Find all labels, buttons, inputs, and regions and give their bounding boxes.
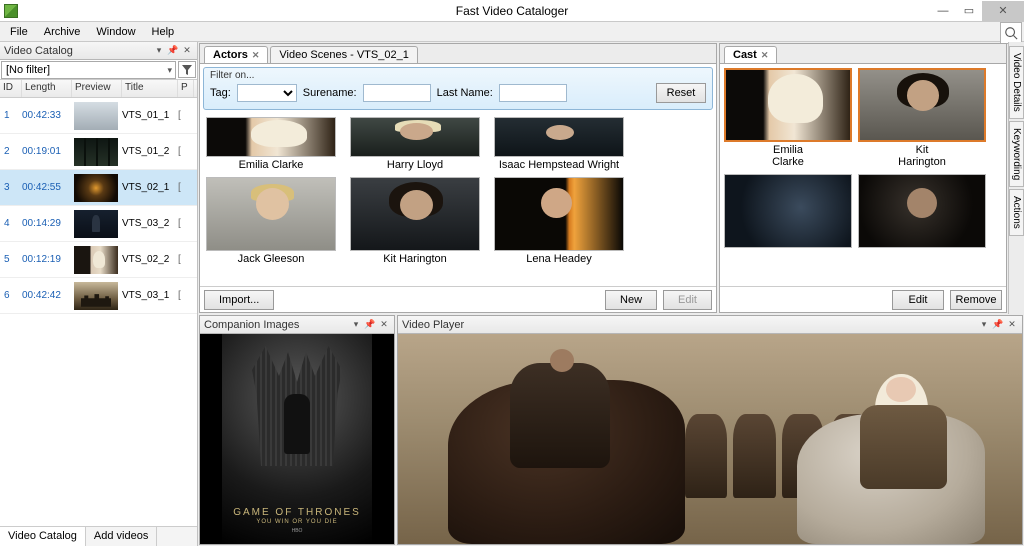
companion-panel: Companion Images ▾ 📌 ✕ GAME OF THRONES Y… [199,315,395,545]
cast-item[interactable]: KitHarington [858,68,986,168]
actor-item[interactable]: Kit Harington [350,177,480,265]
actor-item[interactable]: Harry Lloyd [350,117,480,171]
table-row[interactable]: 400:14:29VTS_03_2[ [0,206,197,242]
actors-filter-box: Filter on... Tag: Surename: Last Name: R… [203,67,713,110]
video-player-body[interactable] [398,334,1022,544]
companion-header: Companion Images ▾ 📌 ✕ [200,316,394,334]
table-row[interactable]: 300:42:55VTS_02_1[ [0,170,197,206]
actor-item[interactable]: Lena Headey [494,177,624,265]
tab-video-scenes[interactable]: Video Scenes - VTS_02_1 [270,46,417,63]
col-preview[interactable]: Preview [72,80,122,97]
dropdown-icon[interactable]: ▾ [153,45,165,57]
maximize-button[interactable]: ▭ [956,1,982,21]
window-buttons: — ▭ ✕ [930,1,1024,21]
surname-label: Surename: [303,87,357,99]
catalog-table: ID Length Preview Title P 100:42:33VTS_0… [0,80,197,526]
tab-add-videos[interactable]: Add videos [86,527,157,546]
video-player-panel: Video Player ▾ 📌 ✕ [397,315,1023,545]
cast-panel: Cast✕ EmiliaClarkeKitHarington Edit Remo… [719,43,1007,313]
catalog-table-head: ID Length Preview Title P [0,80,197,98]
video-catalog-panel: Video Catalog ▾ 📌 ✕ [No filter] ID Lengt… [0,42,198,546]
edit-cast-button[interactable]: Edit [892,290,944,310]
actors-panel: Actors✕ Video Scenes - VTS_02_1 Filter o… [199,43,717,313]
actor-item[interactable]: Isaac Hempstead Wright [494,117,624,171]
menu-bar: File Archive Window Help [0,22,1024,42]
vtab-video-details[interactable]: Video Details [1009,46,1024,119]
vtab-actions[interactable]: Actions [1009,189,1024,236]
video-player-header: Video Player ▾ 📌 ✕ [398,316,1022,334]
new-button[interactable]: New [605,290,657,310]
filter-icon[interactable] [178,61,196,78]
lastname-label: Last Name: [437,87,493,99]
companion-body[interactable]: GAME OF THRONES YOU WIN OR YOU DIE HBO [200,334,394,544]
vertical-tabs: Video Details Keywording Actions [1008,42,1024,314]
tab-video-catalog[interactable]: Video Catalog [0,527,86,546]
table-row[interactable]: 200:19:01VTS_01_2[ [0,134,197,170]
menu-file[interactable]: File [2,24,36,40]
companion-title: Companion Images [204,319,299,331]
close-icon[interactable]: ✕ [252,50,260,61]
actor-item[interactable]: Jack Gleeson [206,177,336,265]
col-title[interactable]: Title [122,80,178,97]
search-button[interactable] [1000,22,1022,44]
dropdown-icon[interactable]: ▾ [978,319,990,331]
close-panel-icon[interactable]: ✕ [1006,319,1018,331]
cast-item[interactable]: EmiliaClarke [724,68,852,168]
video-player-title: Video Player [402,319,464,331]
actors-buttons: Import... New Edit [200,286,716,312]
menu-help[interactable]: Help [144,24,183,40]
poster-image: GAME OF THRONES YOU WIN OR YOU DIE HBO [222,334,372,544]
actors-grid[interactable]: Emilia Clarke Harry Lloyd Isaac Hempstead … [200,113,716,286]
menu-archive[interactable]: Archive [36,24,89,40]
filter-label: Filter on... [210,70,706,81]
video-catalog-header: Video Catalog ▾ 📌 ✕ [0,42,197,60]
vtab-keywording[interactable]: Keywording [1009,121,1024,187]
title-bar: Fast Video Cataloger — ▭ ✕ [0,0,1024,22]
menu-window[interactable]: Window [88,24,143,40]
close-panel-icon[interactable]: ✕ [181,45,193,57]
actor-item[interactable]: Emilia Clarke [206,117,336,171]
tag-select[interactable] [237,84,297,102]
app-icon [4,4,18,18]
cast-item[interactable] [724,174,852,262]
catalog-bottom-tabs: Video Catalog Add videos [0,526,197,546]
lastname-input[interactable] [499,84,567,102]
catalog-filter-text: [No filter] [6,64,50,76]
close-panel-icon[interactable]: ✕ [378,319,390,331]
dropdown-icon[interactable]: ▾ [350,319,362,331]
catalog-filter-combo[interactable]: [No filter] [1,61,176,79]
surname-input[interactable] [363,84,431,102]
reset-button[interactable]: Reset [656,83,706,103]
cast-buttons: Edit Remove [720,286,1006,312]
app-title: Fast Video Cataloger [456,4,569,18]
remove-cast-button[interactable]: Remove [950,290,1002,310]
tab-actors[interactable]: Actors✕ [204,46,268,63]
cast-tab-strip: Cast✕ [720,44,1006,64]
pin-icon[interactable]: 📌 [167,45,179,57]
pin-icon[interactable]: 📌 [992,319,1004,331]
table-row[interactable]: 100:42:33VTS_01_1[ [0,98,197,134]
tab-cast[interactable]: Cast✕ [724,46,777,63]
table-row[interactable]: 600:42:42VTS_03_1[ [0,278,197,314]
table-row[interactable]: 500:12:19VTS_02_2[ [0,242,197,278]
col-length[interactable]: Length [22,80,72,97]
col-id[interactable]: ID [0,80,22,97]
col-p[interactable]: P [178,80,194,97]
cast-grid[interactable]: EmiliaClarkeKitHarington [720,64,1006,286]
close-button[interactable]: ✕ [982,1,1024,21]
edit-actor-button[interactable]: Edit [663,290,712,310]
pin-icon[interactable]: 📌 [364,319,376,331]
cast-item[interactable] [858,174,986,262]
minimize-button[interactable]: — [930,1,956,21]
tag-label: Tag: [210,87,231,99]
import-button[interactable]: Import... [204,290,274,310]
actors-tab-strip: Actors✕ Video Scenes - VTS_02_1 [200,44,716,64]
video-catalog-title: Video Catalog [4,45,73,57]
close-icon[interactable]: ✕ [761,50,769,61]
